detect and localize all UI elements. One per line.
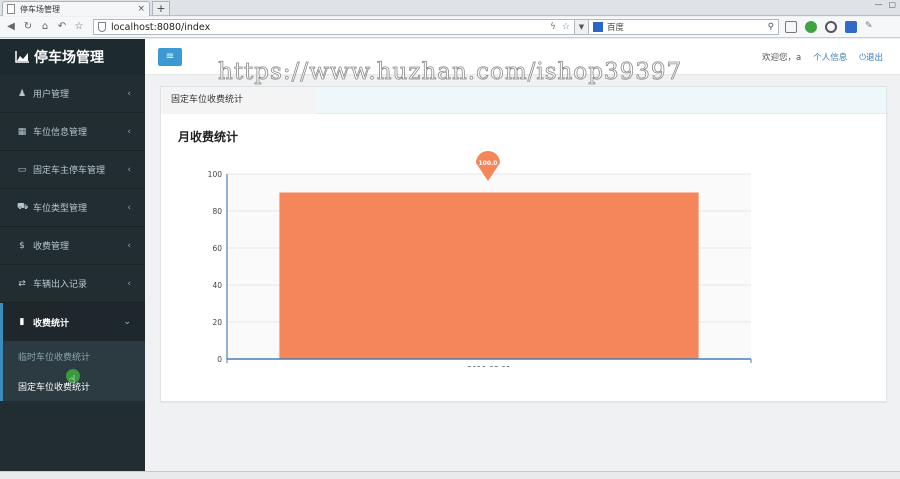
sidebar-item-label: 收费管理 bbox=[33, 242, 70, 252]
exchange-icon: ⇄ bbox=[18, 278, 26, 289]
sidebar-item-label: 收费统计 bbox=[33, 318, 70, 329]
search-engine-label[interactable]: 百度 bbox=[607, 21, 768, 33]
sidebar-item-label: 车位类型管理 bbox=[33, 204, 88, 214]
grid-icon[interactable] bbox=[785, 21, 797, 33]
area-chart-icon bbox=[15, 51, 29, 63]
brand-title: 停车场管理 bbox=[34, 50, 104, 66]
sidebar-toggle-button[interactable]: ≡ bbox=[158, 48, 182, 66]
chevron-left-icon: ‹ bbox=[127, 126, 131, 137]
browser-tabbar: 停车场管理 × + — ▢ bbox=[0, 0, 900, 16]
panel-header: 固定车位收费统计 bbox=[161, 87, 886, 114]
browser-tab[interactable]: 停车场管理 × bbox=[2, 1, 150, 16]
y-tick-label: 100 bbox=[208, 170, 223, 179]
sidebar-item-fee-statistics[interactable]: ▮ 收费统计 ⌄ bbox=[0, 303, 145, 341]
chevron-down-icon: ⌄ bbox=[123, 317, 131, 327]
sidebar-item-label: 用户管理 bbox=[33, 90, 70, 100]
y-tick-label: 20 bbox=[212, 318, 222, 327]
sidebar-item-1[interactable]: ▦ 车位信息管理 ‹ bbox=[0, 113, 145, 151]
dollar-icon: $ bbox=[19, 240, 25, 251]
logout-link[interactable]: ⏻退出 bbox=[859, 51, 883, 63]
sidebar-item-label: 固定车主停车管理 bbox=[33, 166, 106, 176]
bar-chart: 0 20 40 60 80 100 2019-03-01 100.0 bbox=[208, 151, 752, 367]
car-icon: ⛟ bbox=[17, 202, 29, 212]
search-icon[interactable]: ⚲ bbox=[768, 22, 774, 32]
welcome-text: 欢迎您，a bbox=[762, 53, 802, 63]
status-bar bbox=[0, 471, 900, 479]
circle-icon[interactable] bbox=[825, 21, 837, 33]
address-bar[interactable]: localhost:8080/index ϟ ☆ bbox=[93, 19, 575, 35]
address-bar-url[interactable]: localhost:8080/index bbox=[111, 22, 544, 33]
watermark-text: https://www.huzhan.com/ishop39397 bbox=[218, 59, 683, 86]
browser-navbar: ◀ ↻ ⌂ ↶ ☆ localhost:8080/index ϟ ☆ ▼ 百度 … bbox=[0, 17, 900, 38]
bookmark-star-icon[interactable]: ☆ bbox=[72, 20, 86, 34]
new-tab-button[interactable]: + bbox=[152, 1, 170, 15]
search-engine-icon[interactable] bbox=[593, 22, 603, 32]
minimize-icon[interactable]: — bbox=[874, 0, 882, 9]
home-icon[interactable]: ⌂ bbox=[38, 20, 52, 34]
main-content: 固定车位收费统计 月收费统计 0204060801002019-03-01100… bbox=[145, 76, 900, 471]
refresh-icon[interactable]: ↻ bbox=[21, 20, 35, 34]
back-icon[interactable]: ◀ bbox=[4, 20, 18, 34]
sidebar-item-label: 车位信息管理 bbox=[33, 128, 88, 138]
card-icon: ▭ bbox=[17, 164, 27, 175]
profile-link[interactable]: 个人信息 bbox=[813, 51, 847, 63]
user-icon: ♟ bbox=[17, 88, 27, 99]
star-icon[interactable]: ☆ bbox=[562, 22, 570, 32]
shield-icon bbox=[98, 22, 106, 32]
bar-chart-icon: ▮ bbox=[19, 317, 25, 327]
chevron-left-icon: ‹ bbox=[127, 164, 131, 175]
chevron-left-icon: ‹ bbox=[127, 202, 131, 213]
tab-fixed-fee-statistics[interactable]: 固定车位收费统计 bbox=[161, 87, 316, 114]
y-tick-label: 0 bbox=[217, 355, 222, 364]
bar bbox=[279, 192, 699, 359]
address-dropdown-icon[interactable]: ▼ bbox=[575, 19, 589, 35]
window-controls: — ▢ bbox=[874, 0, 896, 9]
sidebar-item-2[interactable]: ▭ 固定车主停车管理 ‹ bbox=[0, 151, 145, 189]
sidebar-menu: ♟ 用户管理 ‹ ▦ 车位信息管理 ‹ ▭ 固定车主停车管理 ‹ ⛟ 车位类型管理 ‹ $ 收费管理 ‹ ⇄ 车… bbox=[0, 75, 145, 303]
sidebar-subitem-temporary-fees[interactable]: 临时车位收费统计 bbox=[0, 341, 145, 371]
stats-panel: 固定车位收费统计 月收费统计 0204060801002019-03-01100… bbox=[160, 86, 887, 402]
y-tick-label: 80 bbox=[212, 207, 222, 216]
hand-cursor-icon: ☝ bbox=[69, 373, 76, 386]
maximize-icon[interactable]: ▢ bbox=[888, 0, 896, 9]
y-tick-label: 60 bbox=[212, 244, 222, 253]
sidebar-item-4[interactable]: $ 收费管理 ‹ bbox=[0, 227, 145, 265]
brand-logo[interactable]: 停车场管理 bbox=[0, 39, 145, 75]
close-tab-icon[interactable]: × bbox=[137, 4, 145, 14]
browser-toolbar: ✎ bbox=[785, 21, 877, 33]
app-icon[interactable] bbox=[845, 21, 857, 33]
lightning-icon[interactable]: ϟ bbox=[550, 22, 556, 32]
chevron-left-icon: ‹ bbox=[127, 240, 131, 251]
user-bar: 欢迎您，a 个人信息 ⏻退出 bbox=[762, 51, 883, 63]
wrench-icon[interactable]: ✎ bbox=[865, 21, 877, 33]
extension-icon[interactable] bbox=[805, 21, 817, 33]
chevron-left-icon: ‹ bbox=[127, 88, 131, 99]
sidebar-item-5[interactable]: ⇄ 车辆出入记录 ‹ bbox=[0, 265, 145, 303]
sidebar-item-3[interactable]: ⛟ 车位类型管理 ‹ bbox=[0, 189, 145, 227]
markpoint-label: 100.0 bbox=[479, 160, 498, 167]
search-box[interactable]: 百度 ⚲ bbox=[589, 19, 779, 35]
undo-icon[interactable]: ↶ bbox=[55, 20, 69, 34]
browser-tab-title: 停车场管理 bbox=[20, 4, 60, 14]
sidebar: 停车场管理 ♟ 用户管理 ‹ ▦ 车位信息管理 ‹ ▭ 固定车主停车管理 ‹ ⛟ 车位类型管理 ‹ $ 收… bbox=[0, 39, 145, 471]
document-icon bbox=[7, 4, 15, 14]
chevron-left-icon: ‹ bbox=[127, 278, 131, 289]
sidebar-item-0[interactable]: ♟ 用户管理 ‹ bbox=[0, 75, 145, 113]
x-tick-label: 2019-03-01 bbox=[467, 365, 511, 367]
sidebar-item-label: 车辆出入记录 bbox=[33, 280, 88, 290]
y-tick-label: 40 bbox=[212, 281, 222, 290]
map-icon: ▦ bbox=[17, 126, 27, 137]
